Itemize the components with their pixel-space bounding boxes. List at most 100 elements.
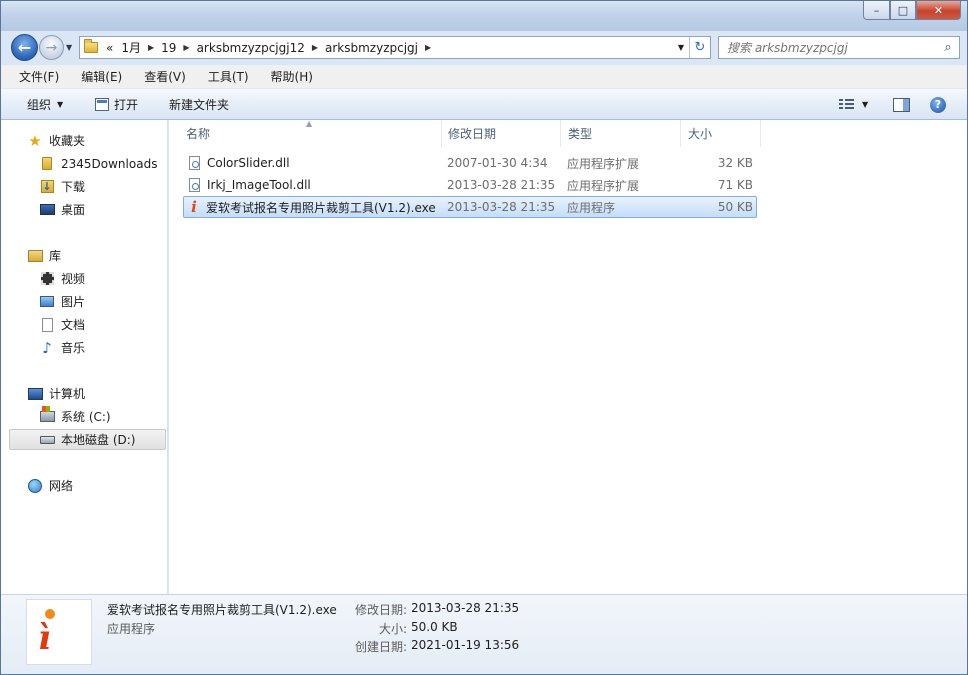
details-pane: ì 爱软考试报名专用照片裁剪工具(V1.2).exe 应用程序 修改日期: 20… [1,594,967,674]
breadcrumb-separator-icon[interactable]: ▶ [309,43,321,52]
nav-item-label: 图片 [61,295,86,309]
file-name: Irkj_ImageTool.dll [207,178,311,192]
preview-pane-icon [893,97,910,112]
file-size: 32 KB [717,156,753,170]
preview-pane-button[interactable] [893,89,910,120]
folder-icon [80,37,102,58]
forward-button[interactable]: → [39,35,64,60]
nav-item-drive-c[interactable]: 系统 (C:) [39,406,111,427]
column-header-size[interactable]: 大小 [681,120,761,147]
file-thumbnail: ì [26,599,92,665]
address-bar[interactable]: « 1月 ▶ 19 ▶ arksbmzyzpcjgj12 ▶ arksbmzyz… [79,36,711,59]
search-box[interactable]: ⌕ [718,36,960,59]
file-type: 应用程序扩展 [567,156,640,171]
dll-file-icon [189,156,200,170]
nav-libraries[interactable]: 库 [27,245,61,266]
back-button[interactable]: ← [11,34,38,61]
file-name-cell: Irkj_ImageTool.dll [189,175,311,195]
search-icon[interactable]: ⌕ [937,40,959,55]
file-list: ▲ 名称 修改日期 类型 大小 ColorSlider.dll 2007-01-… [169,119,967,594]
breadcrumb-overflow[interactable]: « [102,41,117,55]
dll-file-icon [189,178,200,192]
file-modified: 2013-03-28 21:35 [447,178,556,192]
file-type: 应用程序 [567,200,616,215]
navigation-pane: ★ 收藏夹 2345Downloads ↓ 下载 桌面 库 视频 图片 文档 ♪… [1,120,168,594]
refresh-icon[interactable]: ↻ [689,37,710,58]
file-modified: 2013-03-28 21:35 [447,200,556,214]
chevron-down-icon: ▼ [57,100,64,109]
details-modified-value: 2013-03-28 21:35 [411,601,520,615]
organize-button[interactable]: 组织 ▼ [27,89,63,120]
nav-favorites[interactable]: ★ 收藏夹 [27,130,85,151]
search-input[interactable] [719,37,937,58]
system-drive-icon [39,406,55,425]
close-button[interactable]: ✕ [916,1,961,20]
menu-file[interactable]: 文件(F) [1,68,64,85]
nav-computer[interactable]: 计算机 [27,383,85,404]
command-bar: 组织 ▼ 打开 新建文件夹 ▼ ? [1,89,967,120]
star-icon: ★ [28,131,42,150]
column-header-name[interactable]: 名称 [179,120,442,147]
breadcrumb-separator-icon[interactable]: ▶ [422,43,434,52]
menu-tools[interactable]: 工具(T) [191,68,254,85]
open-label: 打开 [114,98,139,112]
organize-label: 组织 [27,98,52,112]
nav-item-videos[interactable]: 视频 [39,268,85,289]
nav-favorites-label: 收藏夹 [49,134,86,148]
nav-item-2345downloads[interactable]: 2345Downloads [39,153,157,174]
file-row[interactable]: Irkj_ImageTool.dll 2013-03-28 21:35 应用程序… [183,175,757,197]
video-icon [39,271,55,287]
details-size-value: 50.0 KB [411,620,458,634]
help-icon: ? [930,96,946,113]
nav-item-downloads[interactable]: ↓ 下载 [39,176,85,197]
breadcrumb-1yue[interactable]: 1月 [117,39,145,56]
nav-item-pictures[interactable]: 图片 [39,291,85,312]
file-modified: 2007-01-30 4:34 [447,156,548,170]
breadcrumb-parent-folder[interactable]: arksbmzyzpcjgj12 [193,41,309,55]
menu-view[interactable]: 查看(V) [127,68,191,85]
help-button[interactable]: ? [930,89,946,120]
nav-network[interactable]: 网络 [27,475,73,496]
nav-item-music[interactable]: ♪ 音乐 [39,337,85,358]
recent-pages-dropdown-icon[interactable]: ▼ [66,43,72,52]
change-view-button[interactable]: ▼ [839,89,868,120]
minimize-button[interactable]: – [863,1,890,20]
title-bar[interactable]: – □ ✕ [1,1,967,31]
folder-icon [39,156,55,172]
app-logo-icon: i [191,198,197,216]
document-icon [39,317,55,333]
nav-item-drive-d[interactable]: 本地磁盘 (D:) [9,429,166,450]
details-size-label: 大小: [378,622,407,636]
breadcrumb-current-folder[interactable]: arksbmzyzpcjgj [321,41,422,55]
chevron-down-icon: ▼ [862,100,869,109]
explorer-window: – □ ✕ ← → ▼ « 1月 ▶ 19 ▶ arksbmzyzpcjgj12… [0,0,968,675]
nav-item-label: 系统 (C:) [61,410,111,424]
breadcrumb-19[interactable]: 19 [157,41,180,55]
breadcrumb-separator-icon[interactable]: ▶ [180,43,192,52]
hard-drive-icon [39,432,55,448]
desktop-icon [39,202,55,218]
nav-item-desktop[interactable]: 桌面 [39,199,85,220]
nav-item-label: 2345Downloads [61,156,158,171]
new-folder-button[interactable]: 新建文件夹 [169,89,229,120]
file-row[interactable]: ColorSlider.dll 2007-01-30 4:34 应用程序扩展 3… [183,153,757,175]
menu-bar: 文件(F) 编辑(E) 查看(V) 工具(T) 帮助(H) [1,65,967,89]
column-header-type[interactable]: 类型 [561,120,681,147]
open-icon [95,98,109,111]
breadcrumb-separator-icon[interactable]: ▶ [145,43,157,52]
nav-item-label: 桌面 [61,203,86,217]
picture-icon [39,294,55,310]
file-row-selected[interactable]: i 爱软考试报名专用照片裁剪工具(V1.2).exe 2013-03-28 21… [183,196,757,218]
nav-item-label: 本地磁盘 (D:) [61,433,136,447]
nav-network-label: 网络 [49,479,74,493]
nav-item-documents[interactable]: 文档 [39,314,85,335]
file-name: 爱软考试报名专用照片裁剪工具(V1.2).exe [206,200,436,215]
maximize-button[interactable]: □ [890,1,916,20]
menu-edit[interactable]: 编辑(E) [64,68,127,85]
open-button[interactable]: 打开 [95,89,138,120]
column-header-date-modified[interactable]: 修改日期 [441,120,561,147]
nav-item-label: 音乐 [61,341,86,355]
nav-computer-label: 计算机 [49,387,86,401]
menu-help[interactable]: 帮助(H) [254,68,318,85]
address-dropdown-icon[interactable]: ▼ [674,37,688,58]
